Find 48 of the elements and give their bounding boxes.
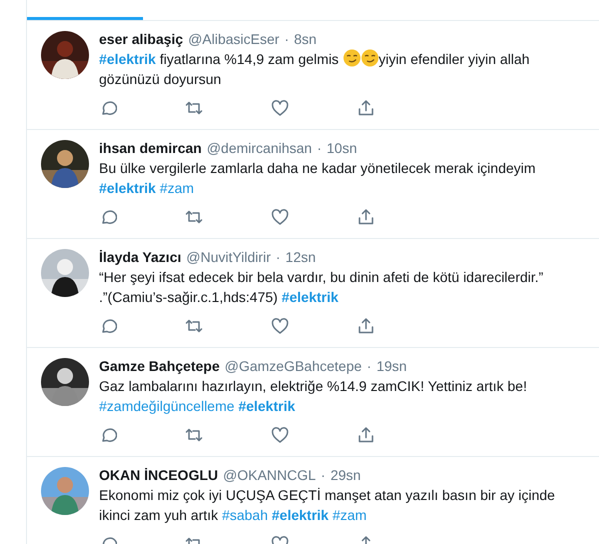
tweet-time[interactable]: 19sn [376,358,407,374]
hashtag-link[interactable]: #zam [160,180,194,196]
heart-icon[interactable] [271,317,289,335]
share-icon[interactable] [357,317,375,335]
user-name[interactable]: OKAN İNCEOGLU [99,467,218,483]
dot-separator: · [276,249,280,265]
hashtag-link[interactable]: #elektrik [238,398,296,414]
share-icon[interactable] [357,208,375,226]
heart-icon[interactable] [271,99,289,117]
retweet-icon[interactable] [185,317,203,335]
user-name[interactable]: eser alibaşiç [99,31,184,47]
heart-icon[interactable] [271,208,289,226]
tweet-text: Ekonomi miz çok iyi UÇUŞA GEÇTİ manşet atan yazılı basın bir ay içinde ikinci zam yuh artık #sabah #elektrik #zam [99,486,556,525]
hashtag-link[interactable]: #elektrik [282,289,338,305]
hashtag-link[interactable]: #elektrik [272,507,329,523]
hashtag-link[interactable]: #elektrik [99,51,156,67]
user-handle[interactable]: @NuvitYildirir [186,249,271,265]
tweet-time[interactable]: 12sn [285,249,316,265]
retweet-icon[interactable] [185,99,203,117]
dot-separator: · [366,358,372,374]
share-icon[interactable] [357,426,375,444]
hashtag-link[interactable]: #zamdeğilgüncelleme [99,398,234,414]
retweet-icon[interactable] [185,426,203,444]
tweet-text: “Her şeyi ifsat edecek bir bela vardır, bu dinin afeti de kötü idarecilerdir.” .”(Camiu’s-sağir.c.1,hds:475) #elektrik [99,268,544,307]
user-handle[interactable]: @AlibasicEser [188,31,280,47]
hashtag-link[interactable]: #zam [332,507,367,523]
tweet-text: Bu ülke vergilerle zamlarla daha ne kadar yönetilecek merak içindeyim #elektrik #zam [99,159,537,198]
dot-separator: · [316,140,322,156]
user-handle[interactable]: @OKANNCGL [223,467,316,483]
smirk-emoji-icon [360,49,379,67]
tweet-text: Gaz lambalarını hazırlayın, elektriğe %14.9 zamCIK! Yettiniz artık be! #zamdeğilgüncelleme #elektrik [99,377,528,416]
user-name[interactable]: Gamze Bahçetepe [99,358,220,374]
tweet-time[interactable]: 29sn [330,467,361,483]
user-name[interactable]: ihsan demircan [99,140,202,156]
user-handle[interactable]: @GamzeGBahcetepe [224,358,362,374]
heart-icon[interactable] [271,426,289,444]
hashtag-link[interactable]: #elektrik [99,180,156,196]
tweet-time[interactable]: 10sn [326,140,357,156]
user-handle[interactable]: @demircanihsan [206,140,312,156]
tweet-text: #elektrik fiyatlarına %14,9 zam gelmis yiyin efendiler yiyin allah gözünüzü doyursun [99,49,531,89]
dot-separator: · [320,467,326,483]
hashtag-link[interactable]: #sabah [222,507,268,523]
user-name[interactable]: İlayda Yazıcı [99,249,182,265]
share-icon[interactable] [357,99,375,117]
retweet-icon[interactable] [185,208,203,226]
smirk-emoji-icon [342,49,361,67]
dot-separator: · [284,31,289,47]
tweet-time[interactable]: 8sn [294,31,317,47]
